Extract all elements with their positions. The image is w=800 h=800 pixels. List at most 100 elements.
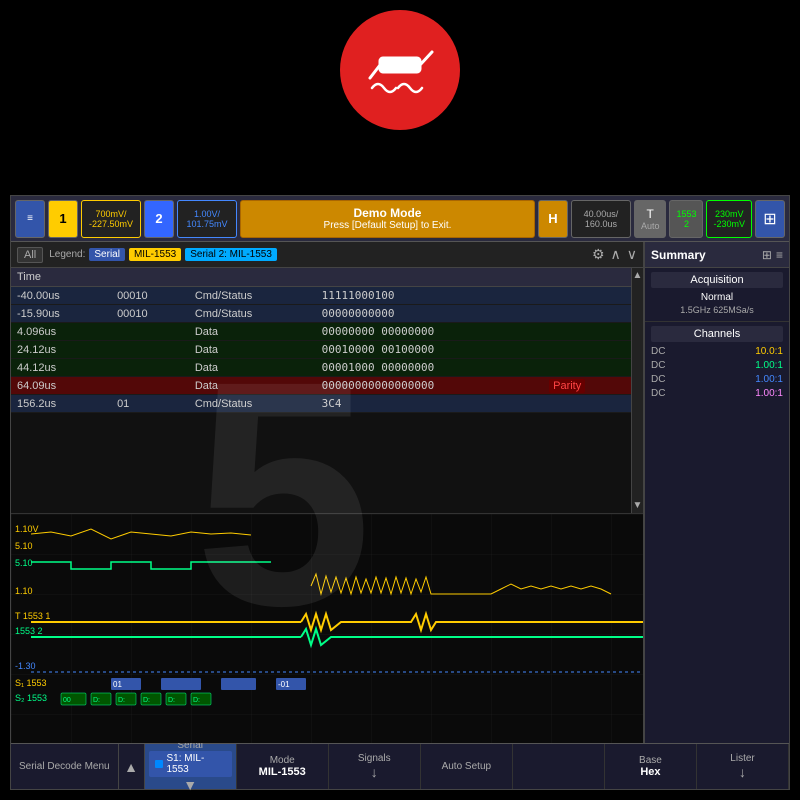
table-row: 44.12usData00001000 00000000	[11, 359, 631, 377]
menu-button[interactable]: ≡	[15, 200, 45, 238]
decode-table-container: Time -40.00us00010Cmd/Status11111000100-…	[11, 268, 643, 513]
menu-item-auto-setup[interactable]: Auto Setup	[421, 744, 513, 789]
ch2-coupling: DC	[651, 360, 665, 371]
ch2-button[interactable]: 2	[144, 200, 174, 238]
table-row: 64.09usData00000000000000000Parity	[11, 377, 631, 395]
svg-text:D:: D:	[93, 697, 100, 704]
table-row: -15.90us00010Cmd/Status00000000000	[11, 305, 631, 323]
menu-item-lister[interactable]: Lister ↓	[697, 744, 789, 789]
ch1-label-burst: 1.10	[15, 586, 33, 596]
signals-arrow-down: ↓	[371, 764, 378, 780]
cell-time: 64.09us	[11, 377, 111, 395]
ch1-value[interactable]: 700mV/ -227.50mV	[81, 200, 141, 238]
ch1-coupling: DC	[651, 346, 665, 357]
summary-list-icon[interactable]: ≡	[776, 248, 783, 262]
col-type	[189, 268, 316, 287]
cell-src	[111, 359, 189, 377]
summary-settings-icon[interactable]: ⊞	[762, 248, 772, 262]
cell-time: -40.00us	[11, 287, 111, 305]
menu-item-mode[interactable]: Mode MIL-1553	[237, 744, 329, 789]
base-menu-value: Hex	[640, 766, 660, 778]
col-data	[316, 268, 543, 287]
cell-status	[543, 323, 631, 341]
menu-section-label: Serial Decode Menu	[11, 744, 119, 789]
cell-src: 00010	[111, 305, 189, 323]
scroll-up-arrow[interactable]: ▲	[631, 268, 643, 283]
bus-button[interactable]: 1553 2	[669, 200, 703, 238]
acq-button[interactable]: ⊞	[755, 200, 785, 238]
col-status	[543, 268, 631, 287]
t-button[interactable]: T Auto	[634, 200, 667, 238]
cell-type: Data	[189, 359, 316, 377]
menu-up-arrow[interactable]: ▲	[119, 744, 145, 789]
menu-item-signals[interactable]: Signals ↓	[329, 744, 421, 789]
t1553-label: T 1553 1	[15, 611, 50, 621]
menu-item-serial[interactable]: Serial S1: MIL-1553 ▼	[145, 744, 237, 789]
decode-legend: Legend: Serial MIL-1553 Serial 2: MIL-15…	[49, 248, 586, 261]
cell-src	[111, 377, 189, 395]
col-src	[111, 268, 189, 287]
svg-text:D:: D:	[118, 697, 125, 704]
logo-icon	[360, 30, 440, 110]
decode-toolbar: All Legend: Serial MIL-1553 Serial 2: MI…	[11, 242, 643, 268]
legend-serial2-mil1553: Serial 2: MIL-1553	[185, 248, 277, 261]
svg-text:D:: D:	[193, 697, 200, 704]
status-badge: Parity	[549, 379, 585, 393]
ch1-label-2: 5.10	[15, 541, 33, 551]
ch1-button[interactable]: 1	[48, 200, 78, 238]
cell-data: 00000000000	[316, 305, 543, 323]
cell-src	[111, 323, 189, 341]
cell-data: 00010000 00100000	[316, 341, 543, 359]
t1553-2-label: 1553 2	[15, 626, 43, 636]
ch1-label-top: 1.10V	[15, 524, 39, 534]
decode-collapse-icon[interactable]: ∧	[611, 246, 621, 263]
decode-filter[interactable]: All	[17, 247, 43, 263]
mode-menu-label: Mode	[270, 755, 295, 766]
decode-table: Time -40.00us00010Cmd/Status11111000100-…	[11, 268, 631, 513]
decode-settings-icon[interactable]: ⚙	[592, 246, 605, 263]
ch1-ratio: 10.0:1	[755, 346, 783, 357]
cell-src	[111, 341, 189, 359]
cell-type: Data	[189, 377, 316, 395]
ch4-coupling: DC	[651, 388, 665, 399]
acquisition-mode: Normal	[701, 292, 733, 303]
toolbar: ≡ 1 700mV/ -227.50mV 2 1.00V/ 101.75mV D…	[11, 196, 789, 242]
ch4-ratio: 1.00:1	[755, 388, 783, 399]
svg-text:D:: D:	[143, 697, 150, 704]
mode-menu-value: MIL-1553	[259, 766, 306, 778]
cell-src: 01	[111, 395, 189, 413]
table-row: 24.12us Data00010000 00100000	[11, 341, 631, 359]
time-value[interactable]: 40.00us/ 160.0us	[571, 200, 631, 238]
acquisition-mode-row: Normal	[651, 292, 783, 303]
cell-time: 4.096us	[11, 323, 111, 341]
mv-button[interactable]: 230mV -230mV	[706, 200, 752, 238]
menu-item-base[interactable]: Base Hex	[605, 744, 697, 789]
base-menu-label: Base	[639, 755, 662, 766]
h-button[interactable]: H	[538, 200, 568, 238]
cell-status	[543, 341, 631, 359]
ch-row-2: DC 1.00:1	[651, 360, 783, 371]
cell-src: 00010	[111, 287, 189, 305]
ch3-ratio: 1.00:1	[755, 374, 783, 385]
scroll-down-arrow[interactable]: ▼	[631, 498, 643, 513]
acquisition-label: Acquisition	[651, 272, 783, 288]
cell-status: Parity	[543, 377, 631, 395]
ch3-coupling: DC	[651, 374, 665, 385]
ch2-label: 5.10	[15, 558, 33, 568]
summary-header: Summary ⊞ ≡	[645, 242, 789, 268]
ch2-value[interactable]: 1.00V/ 101.75mV	[177, 200, 237, 238]
decode-panel: All Legend: Serial MIL-1553 Serial 2: MI…	[11, 242, 644, 743]
table-scrollbar[interactable]: ▲ ▼	[631, 268, 643, 513]
signals-menu-label: Signals	[358, 753, 391, 764]
instrument-ui: ≡ 1 700mV/ -227.50mV 2 1.00V/ 101.75mV D…	[10, 195, 790, 790]
auto-setup-label: Auto Setup	[442, 761, 491, 772]
legend-label: Legend:	[49, 249, 85, 260]
acquisition-rate: 1.5GHz 625MSa/s	[680, 305, 754, 315]
demo-mode-banner: Demo Mode Press [Default Setup] to Exit.	[240, 200, 535, 238]
cell-time: 24.12us	[11, 341, 111, 359]
cell-type: Data	[189, 341, 316, 359]
bottom-menu: Serial Decode Menu ▲ Serial S1: MIL-1553…	[11, 743, 789, 789]
cell-time: -15.90us	[11, 305, 111, 323]
grid-background	[11, 514, 643, 743]
decode-expand-icon[interactable]: ∨	[627, 246, 637, 263]
